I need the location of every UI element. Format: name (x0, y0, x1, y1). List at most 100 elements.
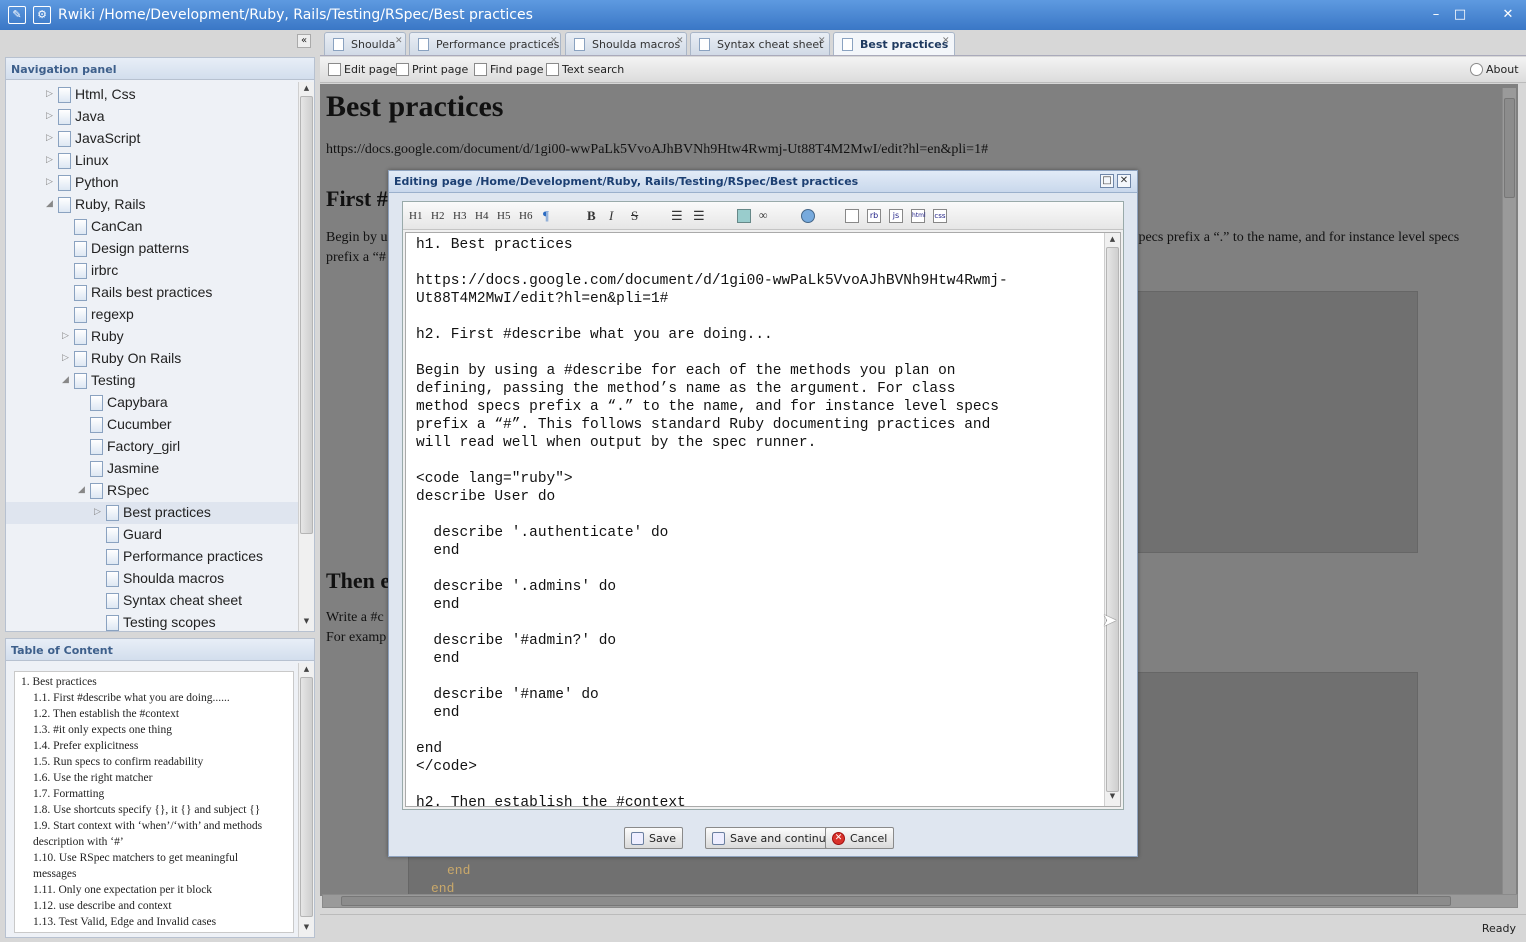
italic-button[interactable]: I (609, 208, 613, 224)
tree-item[interactable]: irbrc (6, 260, 298, 282)
html-code-button[interactable]: html (911, 209, 926, 223)
code-block-icon[interactable] (845, 209, 859, 223)
tab-shoulda-macros[interactable]: Shoulda macros ✕ (565, 32, 687, 55)
scroll-down-arrow[interactable]: ▼ (299, 923, 314, 935)
wiki-link-icon[interactable] (801, 209, 815, 223)
collapsed-arrow-icon[interactable]: ▷ (62, 330, 69, 341)
tab-close-icon[interactable]: ✕ (818, 36, 826, 46)
tab-close-icon[interactable]: ✕ (676, 36, 684, 46)
bulleted-list-icon[interactable]: ☰ (671, 208, 683, 224)
toc-item[interactable]: 1.7. Formatting (33, 788, 104, 800)
tree-item[interactable]: ◢ Testing (6, 370, 298, 392)
maximize-button[interactable]: □ (1450, 5, 1470, 25)
edit-page-button[interactable]: Edit page (328, 63, 396, 76)
page-url[interactable]: https://docs.google.com/document/d/1gi00… (326, 142, 988, 158)
heading1-button[interactable]: H1 (409, 210, 422, 222)
tree-item[interactable]: Rails best practices (6, 282, 298, 304)
tab-performance-practices[interactable]: Performance practices ✕ (409, 32, 561, 55)
tree-item[interactable]: Cucumber (6, 414, 298, 436)
collapsed-arrow-icon[interactable]: ▷ (94, 506, 101, 517)
editor-textarea[interactable]: h1. Best practices https://docs.google.c… (405, 232, 1121, 807)
tree-item[interactable]: CanCan (6, 216, 298, 238)
toc-item[interactable]: 1.5. Run specs to confirm readability (33, 756, 203, 768)
scroll-up-arrow[interactable]: ▲ (299, 84, 314, 96)
scroll-thumb[interactable] (1504, 98, 1515, 198)
toc-item[interactable]: 1.11. Only one expectation per it block (33, 884, 212, 896)
scroll-thumb[interactable] (300, 677, 313, 917)
collapsed-arrow-icon[interactable]: ▷ (46, 176, 53, 187)
tree-item[interactable]: ▷ Html, Css (6, 84, 298, 106)
tab-close-icon[interactable]: ✕ (395, 36, 403, 46)
tree-item[interactable]: ◢ RSpec (6, 480, 298, 502)
js-code-button[interactable]: js (889, 209, 903, 223)
ruby-code-button[interactable]: rb (867, 209, 881, 223)
collapsed-arrow-icon[interactable]: ▷ (46, 110, 53, 121)
heading4-button[interactable]: H4 (475, 210, 488, 222)
navigation-scrollbar[interactable]: ▲ ▼ (298, 82, 314, 631)
toc-item[interactable]: 1.12. use describe and context (33, 900, 172, 912)
save-and-continue-button[interactable]: Save and continue (705, 827, 840, 849)
toc-item[interactable]: 1.9. Start context with ‘when’/‘with’ an… (33, 820, 262, 832)
toc-item[interactable]: 1.1. First #describe what you are doing.… (33, 692, 230, 704)
close-window-button[interactable]: ✕ (1498, 5, 1518, 25)
tree-item[interactable]: ▷ Best practices (6, 502, 298, 524)
toc-item[interactable]: 1.8. Use shortcuts specify {}, it {} and… (33, 804, 260, 816)
tree-item[interactable]: ▷ Python (6, 172, 298, 194)
editor-text[interactable]: h1. Best practices https://docs.google.c… (416, 236, 1102, 806)
tree-item[interactable]: regexp (6, 304, 298, 326)
tree-item[interactable]: ▷ JavaScript (6, 128, 298, 150)
collapse-panel-button[interactable]: « (297, 34, 311, 48)
collapsed-arrow-icon[interactable]: ▷ (46, 88, 53, 99)
numbered-list-icon[interactable]: ☰ (693, 208, 705, 224)
tree-item[interactable]: Shoulda macros (6, 568, 298, 590)
toc-item[interactable]: 1.2. Then establish the #context (33, 708, 179, 720)
dialog-maximize-button[interactable]: □ (1100, 174, 1114, 188)
tree-item[interactable]: ▷ Linux (6, 150, 298, 172)
tree-item[interactable]: ▷ Ruby (6, 326, 298, 348)
tab-shoulda[interactable]: Shoulda ✕ (324, 32, 406, 55)
tree-item[interactable]: Factory_girl (6, 436, 298, 458)
scroll-down-arrow[interactable]: ▼ (299, 617, 314, 629)
about-button[interactable]: About (1470, 63, 1519, 76)
tree-item[interactable]: Testing scopes (6, 612, 298, 631)
paragraph-button[interactable]: ¶ (543, 208, 549, 224)
scroll-down-arrow[interactable]: ▼ (1105, 792, 1120, 804)
scroll-thumb[interactable] (300, 96, 313, 534)
scroll-thumb[interactable] (341, 896, 1451, 906)
toc-scrollbar[interactable]: ▲ ▼ (298, 663, 314, 937)
toc-item[interactable]: 1.4. Prefer explicitness (33, 740, 138, 752)
editor-scrollbar[interactable]: ▲ ▼ (1104, 233, 1120, 806)
page-hscrollbar[interactable] (322, 894, 1518, 908)
scroll-thumb[interactable] (1106, 247, 1119, 792)
toc-item[interactable]: 1.6. Use the right matcher (33, 772, 152, 784)
toc-item[interactable]: 1.13. Test Valid, Edge and Invalid cases (33, 916, 216, 928)
app-menu-icon[interactable]: ⚙ (33, 6, 51, 24)
heading2-button[interactable]: H2 (431, 210, 444, 222)
css-code-button[interactable]: css (933, 209, 947, 223)
find-page-button[interactable]: Find page (474, 63, 544, 76)
toc-item[interactable]: 1.10. Use RSpec matchers to get meaningf… (33, 852, 238, 864)
collapsed-arrow-icon[interactable]: ▷ (46, 154, 53, 165)
save-button[interactable]: Save (624, 827, 684, 849)
expanded-arrow-icon[interactable]: ◢ (46, 198, 53, 209)
tab-close-icon[interactable]: ✕ (550, 36, 558, 46)
text-search-button[interactable]: Text search (546, 63, 624, 76)
page-scrollbar[interactable] (1502, 88, 1516, 894)
toc-item[interactable]: 1. Best practices (21, 676, 97, 688)
toc-item[interactable]: 1.3. #it only expects one thing (33, 724, 172, 736)
link-icon[interactable]: ∞ (759, 208, 768, 223)
tree-item[interactable]: ◢ Ruby, Rails (6, 194, 298, 216)
tree-item[interactable]: Syntax cheat sheet (6, 590, 298, 612)
heading6-button[interactable]: H6 (519, 210, 532, 222)
tab-syntax-cheat-sheet[interactable]: Syntax cheat sheet ✕ (690, 32, 830, 55)
expanded-arrow-icon[interactable]: ◢ (62, 374, 69, 385)
tree-item[interactable]: Capybara (6, 392, 298, 414)
tree-item[interactable]: ▷ Java (6, 106, 298, 128)
collapsed-arrow-icon[interactable]: ▷ (62, 352, 69, 363)
tree-item[interactable]: Performance practices (6, 546, 298, 568)
tab-best-practices[interactable]: Best practices ✕ (833, 32, 955, 55)
print-page-button[interactable]: Print page (396, 63, 468, 76)
image-icon[interactable] (737, 209, 751, 223)
tree-item[interactable]: Design patterns (6, 238, 298, 260)
toc-item[interactable]: 1.14. Do not match lambdas from before (33, 932, 220, 933)
